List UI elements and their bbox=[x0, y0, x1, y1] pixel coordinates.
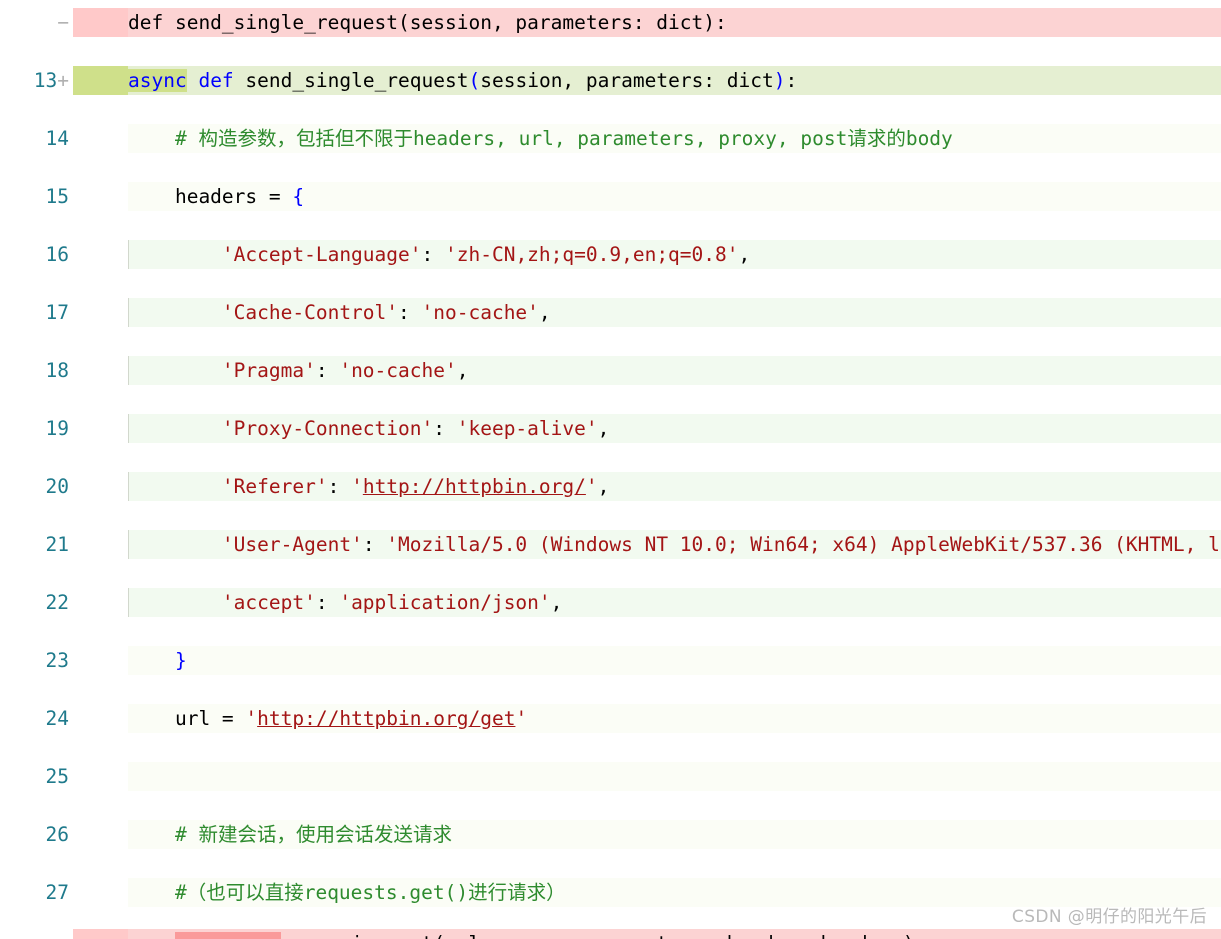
code-text: # 构造参数，包括但不限于headers, url, parameters, p… bbox=[174, 127, 953, 150]
diff-row-deleted[interactable]: − def send_single_request(session, param… bbox=[0, 8, 1221, 37]
line-number: 12 bbox=[0, 0, 73, 8]
code-text: 'accept': 'application/json', bbox=[221, 591, 563, 614]
change-strip bbox=[73, 414, 128, 443]
change-strip bbox=[73, 472, 128, 501]
indent-guide bbox=[128, 530, 129, 559]
code-text: 'Referer': 'http://httpbin.org/', bbox=[221, 475, 610, 498]
code-band bbox=[128, 762, 1221, 791]
code-band bbox=[128, 646, 1221, 675]
code-text: url = 'http://httpbin.org/get' bbox=[128, 707, 528, 730]
code-text: headers = { bbox=[128, 185, 305, 208]
code-text: 'User-Agent': 'Mozilla/5.0 (Windows NT 1… bbox=[221, 533, 1220, 556]
code-text: # 新建会话，使用会话发送请求 bbox=[174, 823, 452, 846]
line-number: − bbox=[0, 929, 73, 939]
code-text: 'Proxy-Connection': 'keep-alive', bbox=[221, 417, 610, 440]
line-number: 20 bbox=[0, 472, 73, 501]
diff-row-context[interactable]: 22 'accept': 'application/json', bbox=[0, 588, 1221, 617]
code-text: 'Pragma': 'no-cache', bbox=[221, 359, 469, 382]
change-strip bbox=[73, 240, 128, 269]
change-strip bbox=[73, 704, 128, 733]
code-band bbox=[128, 0, 1221, 8]
line-number: 23 bbox=[0, 646, 73, 675]
diff-viewer[interactable]: 12 − def send_single_request(session, pa… bbox=[0, 0, 1221, 939]
change-strip bbox=[73, 0, 128, 8]
code-text: async def send_single_request(session, p… bbox=[128, 69, 798, 92]
change-strip bbox=[73, 588, 128, 617]
indent-guide bbox=[128, 298, 129, 327]
diff-row-context[interactable]: 16 'Accept-Language': 'zh-CN,zh;q=0.9,en… bbox=[0, 240, 1221, 269]
diff-row-context[interactable]: 18 'Pragma': 'no-cache', bbox=[0, 356, 1221, 385]
code-text: def send_single_request(session, paramet… bbox=[128, 11, 727, 34]
diff-row-context[interactable]: 14 # 构造参数，包括但不限于headers, url, parameters… bbox=[0, 124, 1221, 153]
line-number: 21 bbox=[0, 530, 73, 559]
code-text: 'Accept-Language': 'zh-CN,zh;q=0.9,en;q=… bbox=[221, 243, 751, 266]
code-text: } bbox=[174, 649, 187, 672]
diff-row-context[interactable]: 27 #（也可以直接requests.get()进行请求） bbox=[0, 878, 1221, 907]
line-number: 25 bbox=[0, 762, 73, 791]
line-number: 22 bbox=[0, 588, 73, 617]
line-number: 17 bbox=[0, 298, 73, 327]
diff-row-deleted[interactable]: − response = session.get(url, params=par… bbox=[0, 929, 1221, 939]
change-strip bbox=[73, 762, 128, 791]
indent-guide bbox=[128, 414, 129, 443]
change-strip-deleted bbox=[73, 8, 128, 37]
delete-marker-icon: − bbox=[57, 932, 69, 939]
line-number: 24 bbox=[0, 704, 73, 733]
diff-row-context[interactable]: 23 } bbox=[0, 646, 1221, 675]
line-number: 26 bbox=[0, 820, 73, 849]
change-strip-deleted bbox=[73, 929, 128, 939]
change-strip bbox=[73, 182, 128, 211]
line-number: 27 bbox=[0, 878, 73, 907]
diff-row-context[interactable]: 20 'Referer': 'http://httpbin.org/', bbox=[0, 472, 1221, 501]
change-strip bbox=[73, 298, 128, 327]
change-strip bbox=[73, 878, 128, 907]
change-strip-added bbox=[73, 66, 128, 95]
indent-guide bbox=[128, 356, 129, 385]
line-number: 19 bbox=[0, 414, 73, 443]
diff-row-context[interactable]: 15 headers = { bbox=[0, 182, 1221, 211]
change-strip bbox=[73, 646, 128, 675]
code-text: response = session.get(url, params=param… bbox=[128, 929, 915, 939]
add-marker-icon: + bbox=[57, 69, 69, 92]
diff-row-context[interactable]: 26 # 新建会话，使用会话发送请求 bbox=[0, 820, 1221, 849]
url-link[interactable]: http://httpbin.org/get bbox=[257, 707, 515, 730]
change-strip bbox=[73, 356, 128, 385]
csdn-watermark: CSDN @明仔的阳光午后 bbox=[1011, 907, 1207, 927]
code-text: #（也可以直接requests.get()进行请求） bbox=[174, 881, 566, 904]
line-number: 18 bbox=[0, 356, 73, 385]
diff-row-context[interactable]: 24 url = 'http://httpbin.org/get' bbox=[0, 704, 1221, 733]
delete-marker-icon: − bbox=[57, 11, 69, 34]
code-text: 'Cache-Control': 'no-cache', bbox=[221, 301, 551, 324]
indent-guide bbox=[128, 588, 129, 617]
line-number: 14 bbox=[0, 124, 73, 153]
change-strip bbox=[73, 820, 128, 849]
indent-guide bbox=[128, 240, 129, 269]
change-strip bbox=[73, 124, 128, 153]
line-number: 16 bbox=[0, 240, 73, 269]
diff-row-context[interactable]: 19 'Proxy-Connection': 'keep-alive', bbox=[0, 414, 1221, 443]
diff-row-added[interactable]: 13+ async def send_single_request(sessio… bbox=[0, 66, 1221, 95]
line-number: 15 bbox=[0, 182, 73, 211]
change-strip bbox=[73, 530, 128, 559]
diff-row[interactable]: 12 bbox=[0, 0, 1221, 8]
indent-guide bbox=[128, 472, 129, 501]
diff-row-context[interactable]: 17 'Cache-Control': 'no-cache', bbox=[0, 298, 1221, 327]
diff-row-context[interactable]: 21 'User-Agent': 'Mozilla/5.0 (Windows N… bbox=[0, 530, 1221, 559]
url-link[interactable]: http://httpbin.org/ bbox=[363, 475, 586, 498]
diff-row-context[interactable]: 25 bbox=[0, 762, 1221, 791]
